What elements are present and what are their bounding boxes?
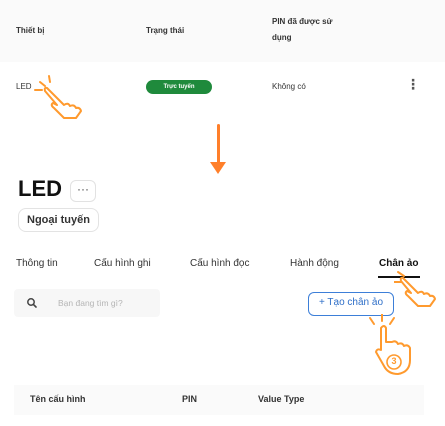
- status-badge-online: Trực tuyến: [146, 80, 212, 94]
- col-header-pin-2: PIN: [182, 394, 198, 404]
- hand-pointer-icon: [34, 74, 84, 120]
- search-icon: [26, 296, 38, 308]
- more-options-button[interactable]: ···: [70, 180, 96, 202]
- tab-read-config[interactable]: Cấu hình đọc: [190, 258, 250, 269]
- down-arrow-head-icon: [210, 162, 226, 174]
- status-badge-offline: Ngoại tuyến: [18, 208, 99, 232]
- device-pin-value: Không có: [272, 82, 306, 91]
- col-header-pin: PIN đã được sử dụng: [272, 17, 333, 42]
- page-title: LED: [18, 176, 62, 201]
- hand-pointer-icon-tab: [394, 262, 438, 308]
- create-virtual-pin-button[interactable]: + Tạo chân ảo: [308, 292, 394, 316]
- step-badge: 3: [391, 356, 397, 366]
- search-input[interactable]: [58, 294, 154, 312]
- device-table-header: [0, 0, 445, 62]
- device-name-led[interactable]: LED: [16, 82, 32, 91]
- col-header-config-name: Tên cấu hình: [30, 394, 86, 404]
- tab-write-config[interactable]: Cấu hình ghi: [94, 258, 151, 269]
- col-header-status: Trạng thái: [146, 26, 185, 35]
- col-header-value-type: Value Type: [258, 394, 305, 404]
- tab-actions[interactable]: Hành động: [290, 258, 339, 269]
- tab-info[interactable]: Thông tin: [16, 258, 58, 269]
- hand-pointer-icon-create: 3: [364, 314, 416, 380]
- row-menu-icon[interactable]: ⋮: [406, 76, 420, 93]
- col-header-device: Thiết bị: [16, 26, 45, 35]
